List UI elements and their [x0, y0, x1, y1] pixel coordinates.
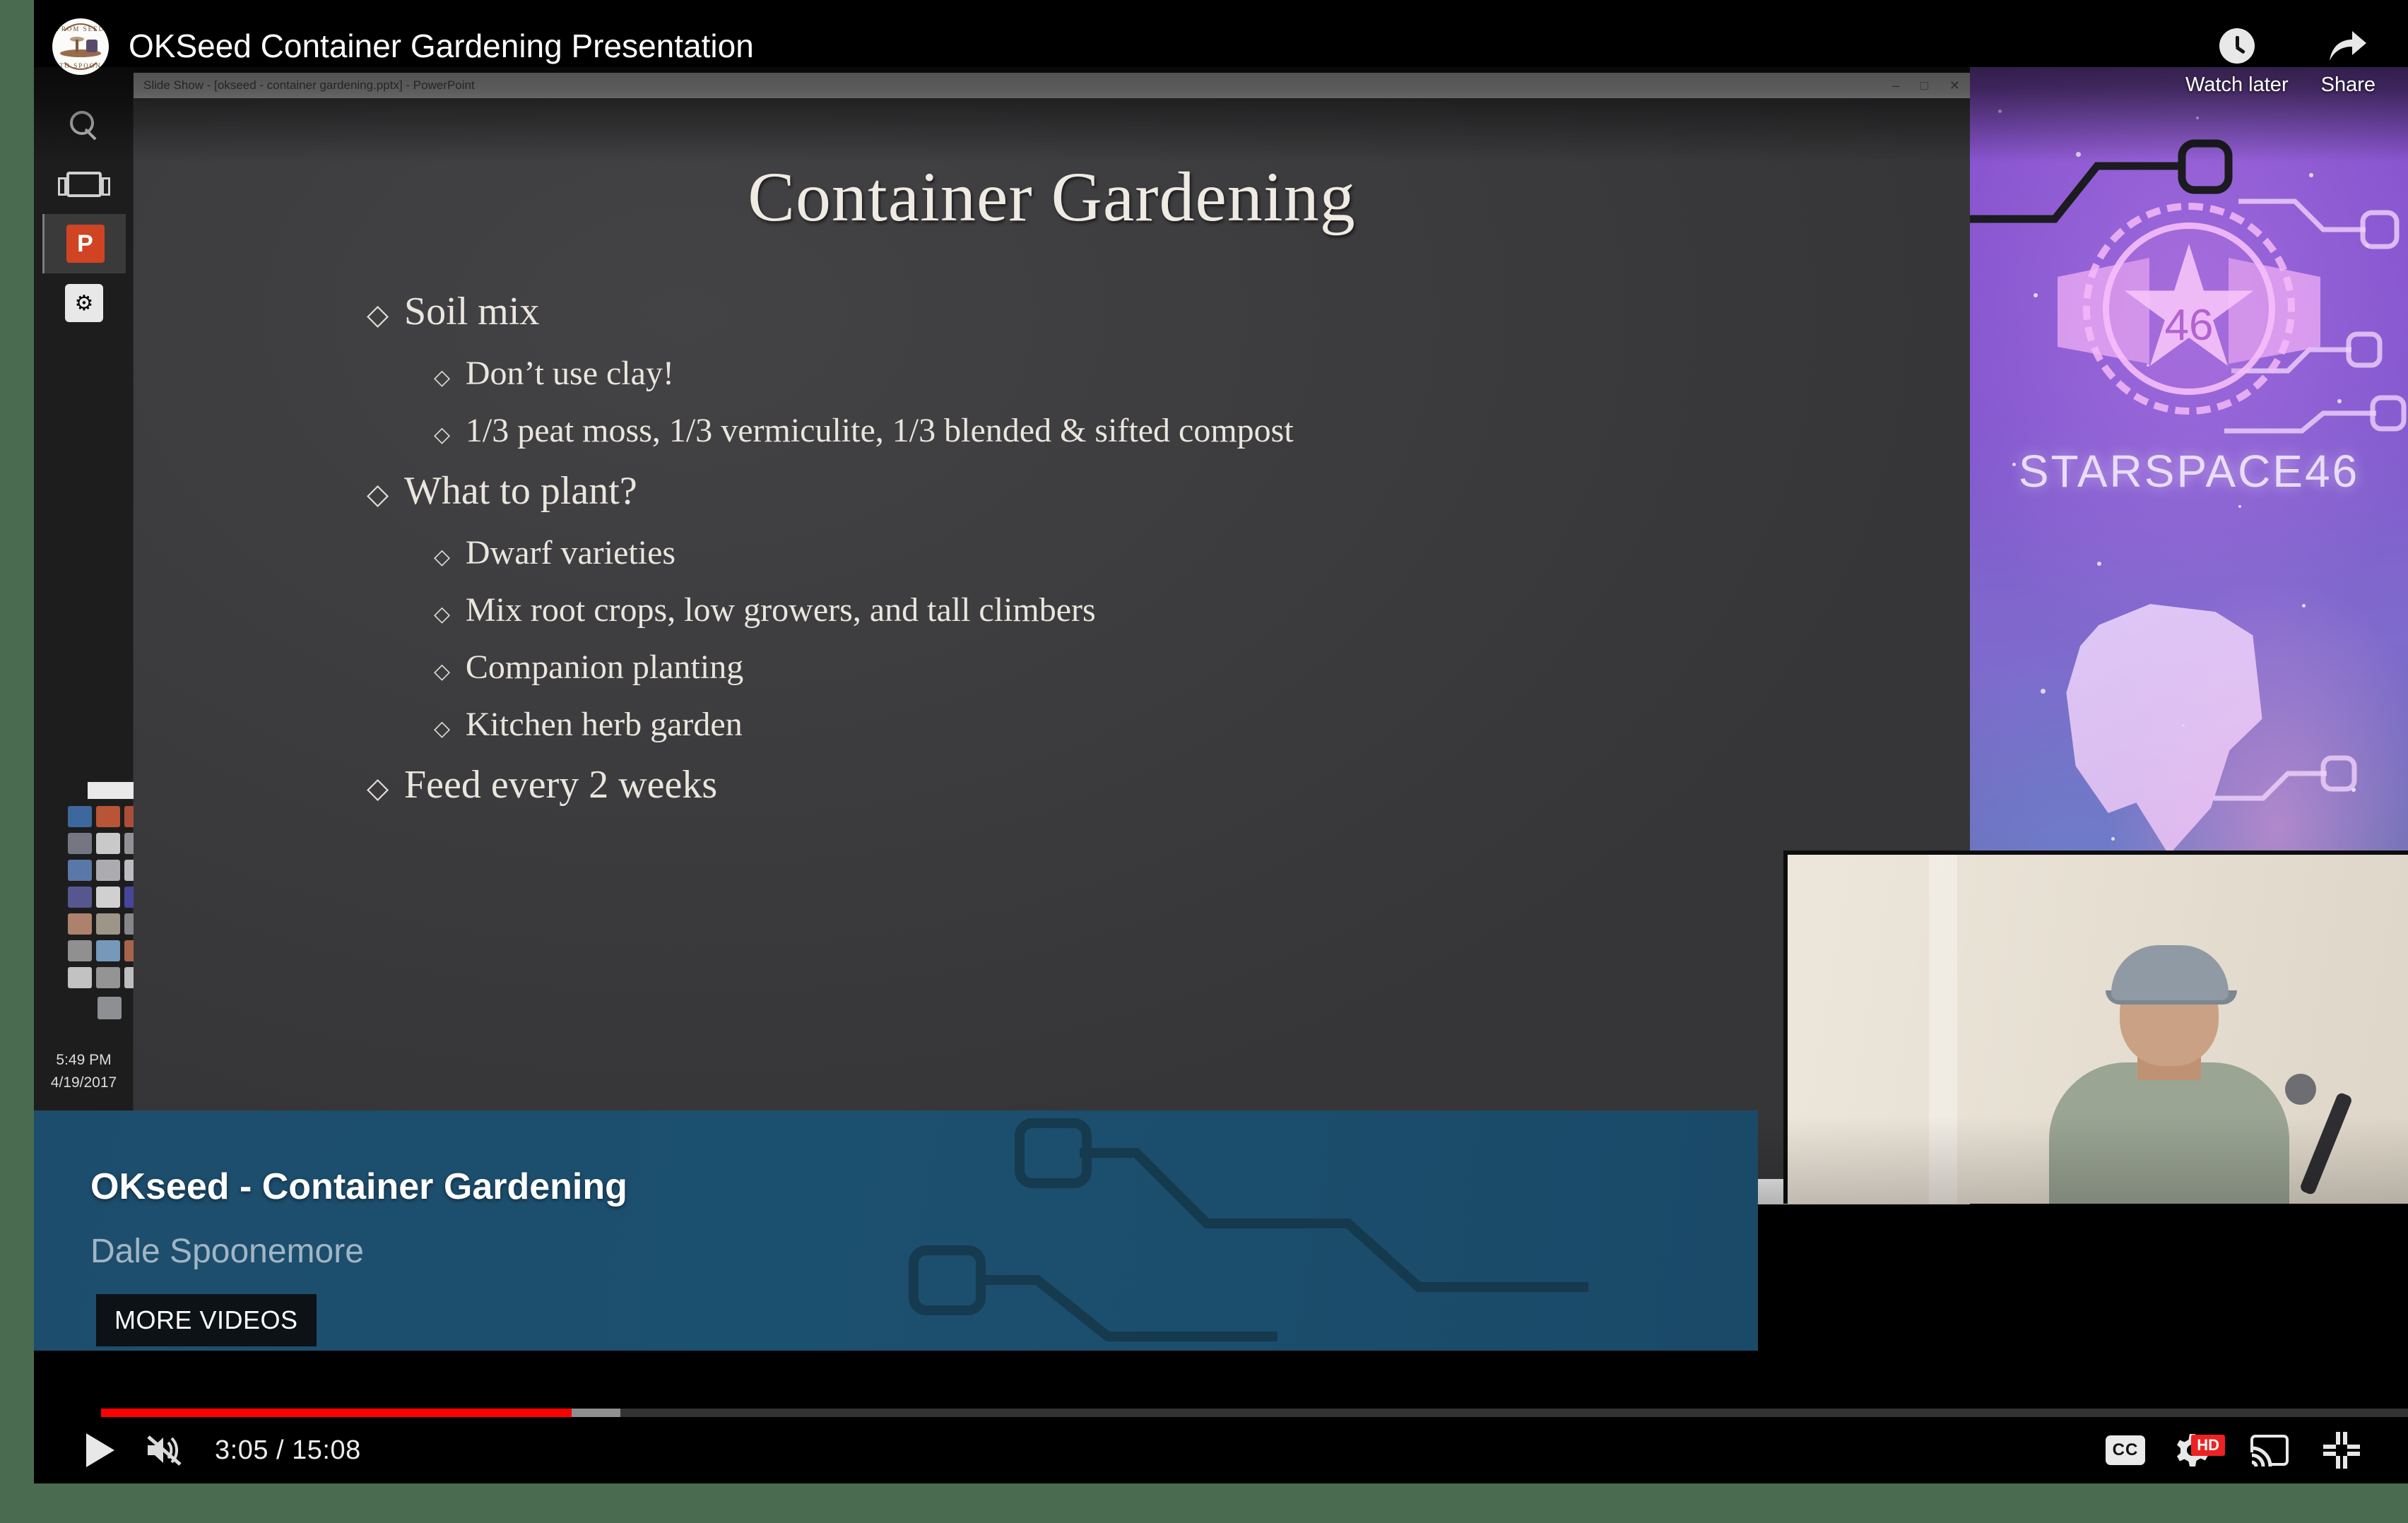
starspace-badge-icon: 46 [2058, 194, 2320, 427]
diamond-bullet-icon: ◇ [434, 717, 450, 740]
task-view-icon [42, 155, 126, 214]
bullet-text: Soil mix [404, 290, 540, 333]
powerpoint-window: Slide Show - [okseed - container gardeni… [134, 73, 1970, 1204]
right-controls: CC HD [2093, 1417, 2374, 1483]
presentation-slide: Container Gardening ◇ Soil mix ◇ Don’t u… [134, 98, 1970, 1179]
play-button[interactable] [68, 1417, 133, 1483]
system-tray-icons [68, 806, 148, 988]
bullet-item: ◇ Kitchen herb garden [367, 705, 1913, 744]
bullet-item: ◇ Companion planting [367, 648, 1913, 687]
overlay-video-title: OKseed - Container Gardening [90, 1166, 627, 1207]
diamond-bullet-icon: ◇ [434, 603, 450, 626]
windows-desktop: P ⚙ › [34, 67, 1970, 1204]
bullet-item: ◇ What to plant? [367, 468, 1913, 514]
bullet-text: What to plant? [404, 469, 637, 513]
share-button[interactable]: Share [2321, 28, 2375, 97]
taskbar-clock: 5:49 PM 4/19/2017 [34, 1049, 134, 1094]
bullet-item: ◇ Feed every 2 weeks [367, 762, 1913, 807]
speaker-figure [2021, 945, 2318, 1204]
bullet-item: ◇ Dwarf varieties [367, 533, 1913, 572]
subtitles-button[interactable]: CC [2093, 1417, 2158, 1483]
bullet-item: ◇ Don’t use clay! [367, 354, 1913, 393]
diamond-bullet-icon: ◇ [367, 299, 389, 331]
overlay-channel-name: Dale Spoonemore [90, 1233, 364, 1270]
tray-icon-extra [98, 997, 122, 1019]
volume-muted-icon [147, 1435, 182, 1466]
starspace-wordmark: STARSPACE46 [2018, 446, 2360, 497]
exit-fullscreen-icon [2323, 1432, 2360, 1469]
app-icon-label: ⚙ [74, 291, 94, 315]
badge-number: 46 [2164, 301, 2214, 350]
share-label: Share [2320, 73, 2375, 96]
player-video-title[interactable]: OKSeed Container Gardening Presentation [129, 27, 754, 65]
bullet-text: Feed every 2 weeks [404, 763, 718, 807]
windows-taskbar: P ⚙ › [34, 67, 164, 1204]
closed-captions-icon: CC [2106, 1435, 2145, 1465]
screenshot-root: P ⚙ › [0, 0, 2408, 1523]
clock-time: 5:49 PM [56, 1052, 112, 1068]
diamond-bullet-icon: ◇ [434, 366, 450, 389]
bullet-item: ◇ Mix root crops, low growers, and tall … [367, 591, 1913, 629]
watch-later-button[interactable]: Watch later [2185, 28, 2289, 97]
powerpoint-icon-label: P [66, 225, 105, 263]
app-icon: ⚙ [42, 273, 126, 333]
player-top-bar: FROM SEED TO SPOON OKSeed Container Gard… [34, 0, 2408, 141]
exit-fullscreen-button[interactable] [2309, 1417, 2374, 1483]
share-icon [2330, 31, 2367, 61]
hd-quality-badge: HD [2191, 1435, 2225, 1457]
bullet-text: Kitchen herb garden [465, 706, 743, 743]
bullet-item: ◇ 1/3 peat moss, 1/3 vermiculite, 1/3 bl… [367, 411, 1913, 450]
microphone-head [2285, 1074, 2316, 1105]
cast-icon [2250, 1435, 2289, 1466]
settings-button[interactable]: HD [2165, 1417, 2230, 1483]
bullet-item: ◇ Soil mix [367, 289, 1913, 334]
diamond-bullet-icon: ◇ [367, 478, 389, 510]
player-controls: 3:05 / 15:08 CC HD [34, 1417, 2408, 1483]
more-videos-button[interactable]: MORE VIDEOS [96, 1294, 317, 1346]
bullet-text: 1/3 peat moss, 1/3 vermiculite, 1/3 blen… [465, 412, 1294, 449]
cast-button[interactable] [2237, 1417, 2302, 1483]
channel-avatar[interactable]: FROM SEED TO SPOON [52, 18, 109, 75]
time-display: 3:05 / 15:08 [215, 1435, 361, 1465]
diamond-bullet-icon: ◇ [434, 545, 450, 569]
mute-button[interactable] [133, 1417, 198, 1483]
avatar-text-bottom: TO SPOON [59, 62, 102, 69]
diamond-bullet-icon: ◇ [434, 660, 450, 683]
bullet-text: Don’t use clay! [465, 355, 674, 392]
slide-title: Container Gardening [748, 158, 1356, 236]
diamond-bullet-icon: ◇ [367, 772, 389, 804]
clock-icon [2219, 28, 2255, 64]
watch-later-label: Watch later [2185, 73, 2289, 96]
bullet-text: Dwarf varieties [465, 534, 676, 571]
progress-bar[interactable] [101, 1409, 2408, 1417]
clock-date: 4/19/2017 [50, 1074, 117, 1091]
top-actions: Watch later Share [2185, 18, 2375, 97]
bullet-text: Companion planting [465, 648, 744, 686]
progress-played [101, 1409, 572, 1417]
speaker-webcam-inset [1783, 851, 2408, 1204]
play-icon [86, 1433, 114, 1467]
diamond-bullet-icon: ◇ [434, 423, 450, 446]
bullet-text: Mix root crops, low growers, and tall cl… [465, 591, 1096, 629]
slide-bullet-list: ◇ Soil mix ◇ Don’t use clay! ◇ 1/3 peat … [367, 289, 1913, 827]
powerpoint-icon: P [42, 214, 126, 273]
youtube-player[interactable]: P ⚙ › [34, 0, 2408, 1483]
avatar-text-top: FROM SEED [56, 25, 105, 32]
